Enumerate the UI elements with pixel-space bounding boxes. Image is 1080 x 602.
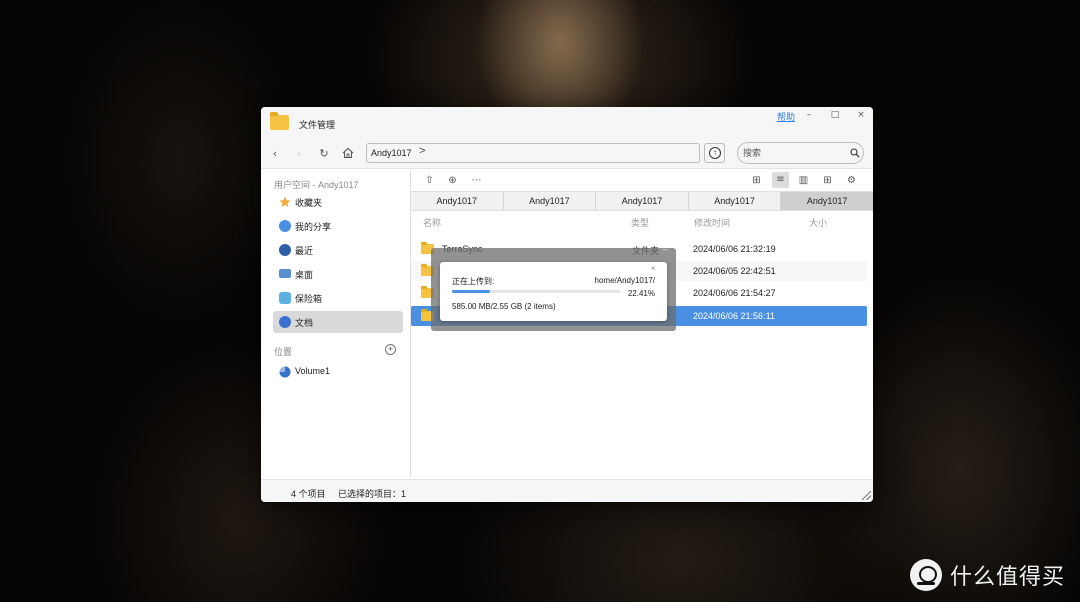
search-input[interactable] (743, 147, 843, 159)
minimize-button[interactable]: – (802, 109, 816, 121)
home-icon[interactable] (341, 147, 355, 161)
navigation-toolbar: ‹ › ↻ Andy1017 > ↑ (261, 139, 873, 169)
column-header-type[interactable]: 类型 (631, 216, 649, 229)
path-segment[interactable]: Andy1017 (371, 148, 412, 158)
column-view-icon[interactable]: ▥ (797, 174, 810, 187)
list-view-icon[interactable]: ≡ (772, 172, 789, 188)
file-manager-window: 文件管理 帮助 – □ × ‹ › ↻ Andy1017 > ↑ 用户空间 - … (261, 107, 873, 502)
file-modified: 2024/06/05 22:42:51 (693, 266, 776, 276)
folder-app-icon (270, 112, 289, 130)
sidebar-item-label: 收藏夹 (295, 198, 323, 208)
new-tab-icon[interactable]: ⊞ (821, 174, 834, 187)
file-modified: 2024/06/06 21:32:19 (693, 244, 776, 254)
sidebar-item-safe[interactable]: 保险箱 (273, 287, 403, 309)
go-up-button[interactable]: ↑ (704, 143, 725, 163)
resize-grip-icon[interactable] (862, 491, 871, 500)
watermark: 什么值得买 (910, 559, 1065, 591)
column-header-name[interactable]: 名称 (423, 216, 441, 229)
window-title: 文件管理 (299, 120, 336, 130)
user-space-heading: 用户空间 - Andy1017 (274, 180, 359, 190)
selected-count: 已选择的项目：1 (338, 489, 407, 499)
upload-progress-fill (452, 290, 490, 293)
share-icon (279, 220, 291, 232)
sidebar-item-documents[interactable]: 文档 (273, 311, 403, 333)
path-bar[interactable]: Andy1017 > (366, 143, 700, 163)
search-icon[interactable] (850, 148, 860, 158)
document-icon (279, 316, 291, 328)
sidebar-item-recent[interactable]: 最近 (273, 239, 403, 261)
chevron-left-icon[interactable]: ‹ (268, 147, 282, 161)
location-heading: 位置 (274, 347, 293, 357)
sidebar-item-volume1[interactable]: Volume1 (273, 361, 403, 383)
arrow-up-icon: ↑ (709, 147, 721, 159)
sidebar-item-favorites[interactable]: 收藏夹 (273, 191, 403, 213)
grid-view-icon[interactable]: ⊞ (750, 174, 763, 187)
sidebar-item-label: 我的分享 (295, 222, 332, 232)
close-icon[interactable]: × (651, 264, 656, 273)
upload-destination: home/Andy1017/ (594, 276, 656, 285)
safe-icon (279, 292, 291, 304)
refresh-icon[interactable]: ↻ (317, 147, 331, 161)
sidebar-item-label: 桌面 (295, 270, 314, 280)
tab-andy1017-4[interactable]: Andy1017 (689, 192, 782, 210)
path-chevron-icon: > (419, 145, 426, 157)
more-icon[interactable]: ⋯ (470, 174, 483, 187)
pie-disk-icon (279, 366, 291, 378)
column-header-size[interactable]: 大小 (809, 216, 827, 229)
status-bar: 4 个项目 已选择的项目：1 (261, 479, 873, 502)
upload-size: 585.00 MB/2.55 GB (2 items) (452, 302, 556, 311)
tab-andy1017-5[interactable]: Andy1017 (781, 192, 873, 210)
upload-progress-panel: – × 正在上传到: home/Andy1017/ 22.41% 585.00 … (431, 244, 676, 331)
upload-progress-bar (452, 290, 620, 293)
clock-icon (279, 244, 291, 256)
sidebar-item-label: 文档 (295, 318, 314, 328)
maximize-button[interactable]: □ (828, 109, 842, 121)
file-modified: 2024/06/06 21:54:27 (693, 288, 776, 298)
upload-percent: 22.41% (627, 289, 655, 298)
upload-dialog: × 正在上传到: home/Andy1017/ 22.41% 585.00 MB… (440, 262, 667, 321)
tab-andy1017-1[interactable]: Andy1017 (411, 192, 504, 210)
sidebar-item-label: 最近 (295, 246, 314, 256)
tab-andy1017-2[interactable]: Andy1017 (504, 192, 597, 210)
minimize-dialog-button[interactable]: – (663, 244, 668, 254)
add-location-icon[interactable]: + (385, 344, 396, 355)
watermark-text: 什么值得买 (950, 565, 1066, 590)
upload-label: 正在上传到: (452, 277, 495, 286)
chevron-right-icon[interactable]: › (292, 147, 306, 161)
upload-icon[interactable]: ⇧ (423, 174, 436, 187)
desktop-icon (279, 269, 291, 278)
smzdm-logo-icon (910, 559, 942, 591)
tab-bar: Andy1017 Andy1017 Andy1017 Andy1017 Andy… (411, 191, 873, 211)
item-count: 4 个项目 (291, 489, 326, 499)
column-header-modified[interactable]: 修改时间 (694, 216, 730, 229)
close-button[interactable]: × (854, 109, 868, 121)
sidebar-item-label: Volume1 (295, 366, 331, 376)
help-link[interactable]: 帮助 (777, 110, 795, 123)
sidebar-item-my-shares[interactable]: 我的分享 (273, 215, 403, 237)
title-bar[interactable]: 文件管理 帮助 – □ × (261, 107, 873, 139)
sidebar-item-desktop[interactable]: 桌面 (273, 263, 403, 285)
file-modified: 2024/06/06 21:56:11 (693, 311, 775, 321)
sidebar-item-label: 保险箱 (295, 294, 323, 304)
sidebar: 用户空间 - Andy1017 收藏夹 我的分享 最近 桌面 保险箱 文档 位置… (261, 170, 411, 477)
search-box[interactable] (737, 142, 864, 164)
plus-circle-icon[interactable]: ⊕ (446, 174, 459, 187)
star-icon (279, 196, 291, 207)
tab-andy1017-3[interactable]: Andy1017 (596, 192, 689, 210)
gear-icon[interactable]: ⚙ (845, 174, 858, 187)
file-toolbar: ⇧ ⊕ ⋯ ⊞ ≡ ▥ ⊞ ⚙ (411, 170, 873, 191)
